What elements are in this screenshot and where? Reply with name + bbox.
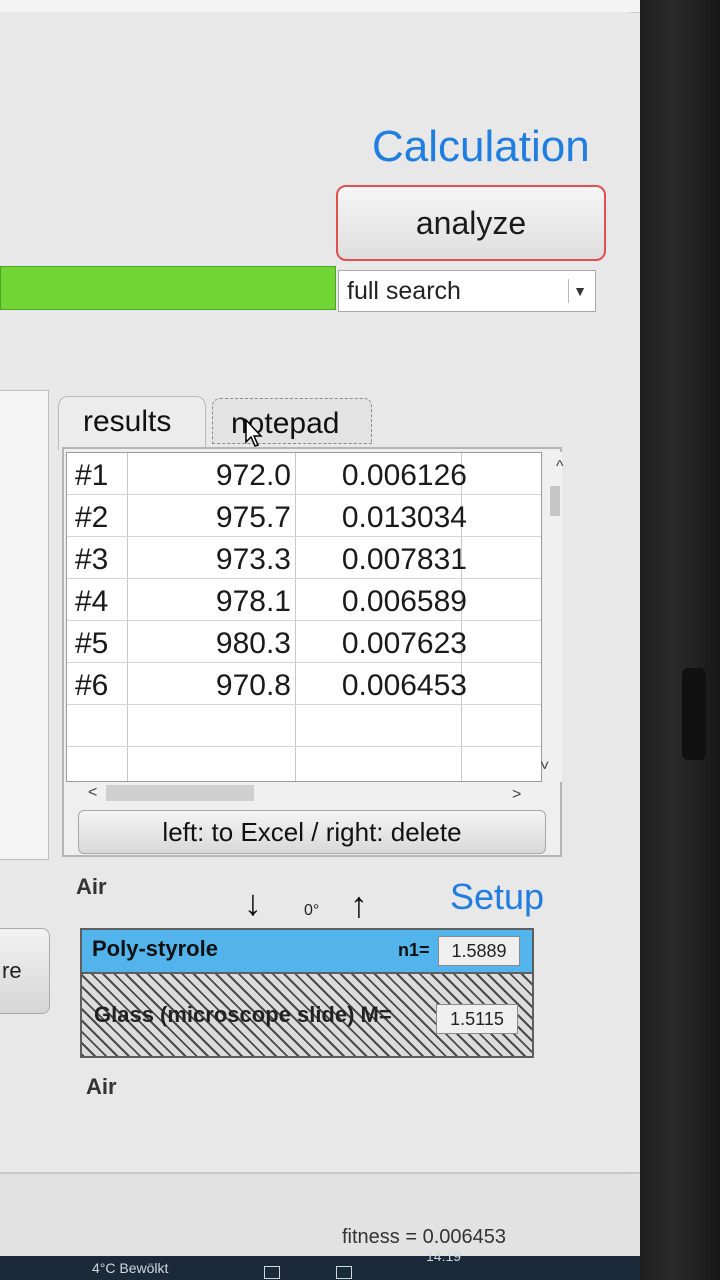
row-id: #3: [75, 543, 109, 576]
refractive-index-label: n1=: [398, 940, 430, 960]
row-fitness: 0.006453: [341, 669, 467, 702]
layer-polystyrole[interactable]: Poly-styrole n1= 1.5889: [82, 930, 532, 974]
vertical-scrollbar-thumb[interactable]: [550, 486, 560, 516]
results-table[interactable]: #1 972.0 0.006126 #2 975.7 0.013034 #3 9…: [66, 452, 542, 782]
row-id: #4: [75, 585, 109, 618]
table-row-empty: [67, 705, 541, 747]
monitor-button: [682, 668, 706, 760]
row-id: #5: [75, 627, 109, 660]
row-fitness: 0.006126: [341, 459, 467, 492]
table-row[interactable]: #5 980.3 0.007623: [67, 621, 541, 663]
row-thickness: 972.0: [215, 459, 291, 492]
table-row[interactable]: #3 973.3 0.007831: [67, 537, 541, 579]
status-area: [0, 1172, 640, 1256]
window-icon[interactable]: [264, 1266, 280, 1279]
network-icon[interactable]: [336, 1266, 352, 1279]
horizontal-scrollbar-thumb[interactable]: [106, 785, 254, 801]
layer-name: Poly-styrole: [92, 936, 218, 961]
scroll-down-icon[interactable]: ˅: [540, 758, 549, 776]
excel-delete-button[interactable]: left: to Excel / right: delete: [78, 810, 546, 854]
layer-name: Glass (microscope slide) M=: [94, 1002, 392, 1027]
mouse-cursor-icon: [245, 418, 263, 447]
chevron-down-icon[interactable]: ▼: [568, 279, 591, 303]
refractive-index-field[interactable]: 1.5115: [436, 1004, 518, 1034]
row-thickness: 980.3: [215, 627, 291, 660]
arrow-down-icon: ↓: [244, 882, 262, 923]
setup-link[interactable]: Setup: [450, 876, 544, 918]
left-side-button-label: re: [2, 958, 22, 983]
scroll-right-icon[interactable]: >: [512, 786, 521, 804]
row-fitness: 0.007623: [341, 627, 467, 660]
excel-delete-label: left: to Excel / right: delete: [162, 816, 462, 847]
search-mode-value: full search: [347, 277, 461, 305]
row-id: #6: [75, 669, 109, 702]
row-thickness: 970.8: [215, 669, 291, 702]
screen: Calculation analyze full search ▼ re res…: [0, 0, 640, 1256]
top-medium-label: Air: [76, 874, 107, 899]
tab-notepad[interactable]: notepad: [212, 398, 372, 444]
row-thickness: 975.7: [215, 501, 291, 534]
row-fitness: 0.013034: [341, 501, 467, 534]
tab-results[interactable]: results: [58, 396, 206, 450]
left-panel: [0, 390, 49, 860]
table-row[interactable]: #1 972.0 0.006126: [67, 453, 541, 495]
analyze-button[interactable]: analyze: [336, 185, 606, 261]
clock-time: 14:19: [426, 1248, 462, 1264]
refractive-index-field[interactable]: 1.5889: [438, 936, 520, 966]
search-mode-select[interactable]: full search ▼: [338, 270, 596, 312]
row-thickness: 978.1: [215, 585, 291, 618]
monitor-bezel: [640, 0, 720, 1280]
calculation-title: Calculation: [372, 122, 590, 171]
left-side-button[interactable]: re: [0, 928, 50, 1014]
table-row[interactable]: #4 978.1 0.006589: [67, 579, 541, 621]
arrow-up-icon: ↑: [350, 884, 368, 925]
scroll-up-icon[interactable]: ^: [556, 458, 564, 476]
row-fitness: 0.006589: [341, 585, 467, 618]
fitness-readout: fitness = 0.006453: [342, 1226, 507, 1248]
row-thickness: 973.3: [215, 543, 291, 576]
weather-text: 4°C Bewölkt: [92, 1260, 169, 1276]
bottom-medium-label: Air: [86, 1074, 117, 1099]
tab-results-label: results: [83, 405, 172, 438]
row-id: #1: [75, 459, 109, 492]
angle-label: 0°: [304, 902, 320, 919]
scroll-left-icon[interactable]: <: [88, 784, 97, 802]
layer-glass[interactable]: Glass (microscope slide) M= 1.5115: [82, 974, 532, 1056]
table-row[interactable]: #2 975.7 0.013034: [67, 495, 541, 537]
progress-bar: [0, 266, 336, 310]
row-id: #2: [75, 501, 109, 534]
row-fitness: 0.007831: [341, 543, 467, 576]
taskbar: 4°C Bewölkt 14:19: [0, 1248, 640, 1280]
layer-stack: Poly-styrole n1= 1.5889 Glass (microscop…: [80, 928, 534, 1058]
table-row-empty: [67, 747, 541, 781]
table-row[interactable]: #6 970.8 0.006453: [67, 663, 541, 705]
